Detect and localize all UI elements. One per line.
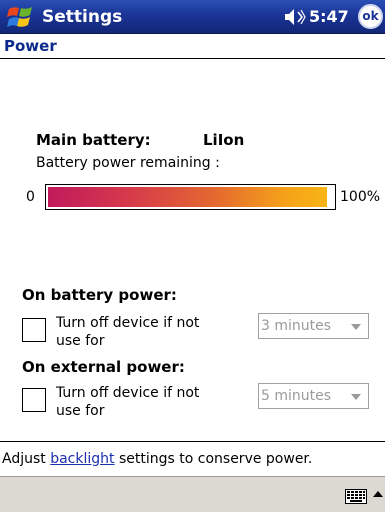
battery-turn-off-label[interactable]: Turn off device if not use for	[56, 314, 226, 350]
on-external-heading: On external power:	[22, 358, 185, 376]
chevron-down-icon	[351, 394, 361, 400]
on-battery-heading: On battery power:	[22, 286, 177, 304]
backlight-link[interactable]: backlight	[50, 451, 114, 467]
external-timeout-dropdown[interactable]: 5 minutes	[258, 383, 369, 409]
keyboard-icon[interactable]	[345, 489, 367, 504]
title-bar: Settings 5:47 ok	[0, 0, 385, 34]
input-panel-arrow-icon[interactable]	[373, 491, 383, 497]
battery-scale-max: 100%	[340, 189, 381, 205]
external-timeout-value: 5 minutes	[261, 388, 332, 404]
battery-type: LiIon	[203, 131, 245, 149]
clock[interactable]: 5:47	[309, 5, 349, 29]
battery-timeout-value: 3 minutes	[261, 318, 332, 334]
external-turn-off-label[interactable]: Turn off device if not use for	[56, 384, 226, 420]
battery-level-bar	[45, 184, 336, 210]
battery-timeout-dropdown[interactable]: 3 minutes	[258, 313, 369, 339]
main-battery-label: Main battery:	[36, 131, 151, 149]
battery-turn-off-checkbox[interactable]	[22, 318, 46, 342]
app-title: Settings	[42, 7, 123, 27]
page-title: Power	[4, 37, 57, 55]
battery-level-fill	[48, 187, 327, 207]
menu-bar	[0, 476, 385, 512]
ok-button[interactable]: ok	[358, 4, 383, 29]
windows-start-icon[interactable]	[6, 3, 36, 31]
footer-suffix: settings to conserve power.	[114, 451, 313, 467]
footer-prefix: Adjust	[2, 451, 51, 467]
heading-divider	[0, 58, 385, 59]
speaker-icon[interactable]	[284, 8, 306, 26]
external-turn-off-checkbox[interactable]	[22, 388, 46, 412]
footer-hint: Adjust backlight settings to conserve po…	[2, 449, 312, 469]
battery-scale-min: 0	[26, 189, 35, 205]
chevron-down-icon	[351, 324, 361, 330]
footer-divider	[0, 441, 385, 442]
battery-remaining-label: Battery power remaining :	[36, 155, 220, 171]
